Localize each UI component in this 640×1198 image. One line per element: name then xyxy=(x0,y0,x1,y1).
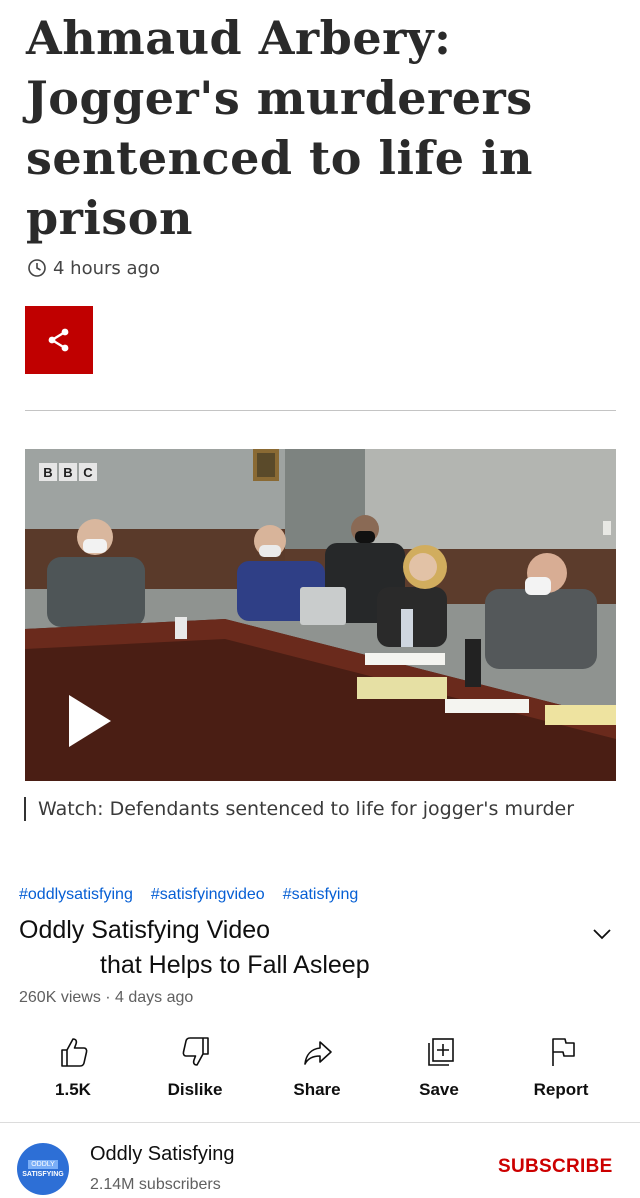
headline-line: sentenced to life in xyxy=(26,131,533,185)
bbc-logo: B B C xyxy=(39,463,97,481)
video-meta: 260K views · 4 days ago xyxy=(19,989,194,1006)
thumb-down-icon xyxy=(182,1037,209,1066)
article-timestamp: 4 hours ago xyxy=(27,256,160,280)
bbc-logo-letter: B xyxy=(59,463,77,481)
flag-icon xyxy=(552,1038,575,1066)
share-video-button[interactable]: Share xyxy=(262,1030,372,1110)
divider xyxy=(0,1122,640,1123)
save-button[interactable]: Save xyxy=(384,1030,494,1110)
dislike-label: Dislike xyxy=(167,1080,223,1099)
hashtag-link[interactable]: #satisfying xyxy=(283,886,359,904)
headline-line: Ahmaud Arbery: xyxy=(26,11,452,65)
video-caption-text: Watch: Defendants sentenced to life for … xyxy=(38,798,575,820)
article-headline: Ahmaud Arbery: Jogger's murderers senten… xyxy=(26,8,616,248)
video-title: Oddly Satisfying Video xyxy=(19,916,271,944)
report-label: Report xyxy=(533,1080,589,1099)
report-button[interactable]: Report xyxy=(506,1030,616,1110)
timestamp-text: 4 hours ago xyxy=(53,257,160,279)
subscribe-button[interactable]: SUBSCRIBE xyxy=(498,1156,613,1178)
playlist-add-icon xyxy=(428,1038,454,1066)
dislike-button[interactable]: Dislike xyxy=(140,1030,250,1110)
hashtag-link[interactable]: #satisfyingvideo xyxy=(151,886,265,904)
divider xyxy=(25,410,616,411)
subscriber-count: 2.14M subscribers xyxy=(90,1176,221,1193)
channel-avatar[interactable]: ODDLY SATISFYING xyxy=(17,1143,69,1195)
bbc-logo-letter: B xyxy=(39,463,57,481)
headline-line: Jogger's murderers xyxy=(26,71,533,125)
headline-line: prison xyxy=(26,191,193,245)
thumb-up-icon xyxy=(61,1038,88,1067)
channel-name[interactable]: Oddly Satisfying xyxy=(90,1143,235,1166)
hashtag-link[interactable]: #oddlysatisfying xyxy=(19,886,133,904)
avatar-text: ODDLY xyxy=(28,1159,58,1169)
video-actions: 1.5K Dislike Share Save Report xyxy=(18,1030,622,1110)
bbc-logo-letter: C xyxy=(79,463,97,481)
share-button[interactable] xyxy=(25,306,93,374)
share-arrow-icon xyxy=(304,1041,332,1065)
like-button[interactable]: 1.5K xyxy=(18,1030,128,1110)
video-caption: Watch: Defendants sentenced to life for … xyxy=(24,796,574,822)
like-count: 1.5K xyxy=(55,1080,91,1099)
avatar-text: SATISFYING xyxy=(22,1170,64,1178)
video-title-continued: that Helps to Fall Asleep xyxy=(100,951,370,979)
share-label: Share xyxy=(293,1080,341,1099)
chevron-down-icon[interactable] xyxy=(590,922,614,946)
share-icon xyxy=(48,328,69,352)
caption-bar xyxy=(24,797,26,821)
hashtag-list: #oddlysatisfying #satisfyingvideo #satis… xyxy=(19,886,358,904)
save-label: Save xyxy=(419,1080,459,1099)
clock-icon xyxy=(28,259,46,277)
play-icon[interactable] xyxy=(65,693,115,749)
video-player[interactable]: B B C xyxy=(25,449,616,781)
